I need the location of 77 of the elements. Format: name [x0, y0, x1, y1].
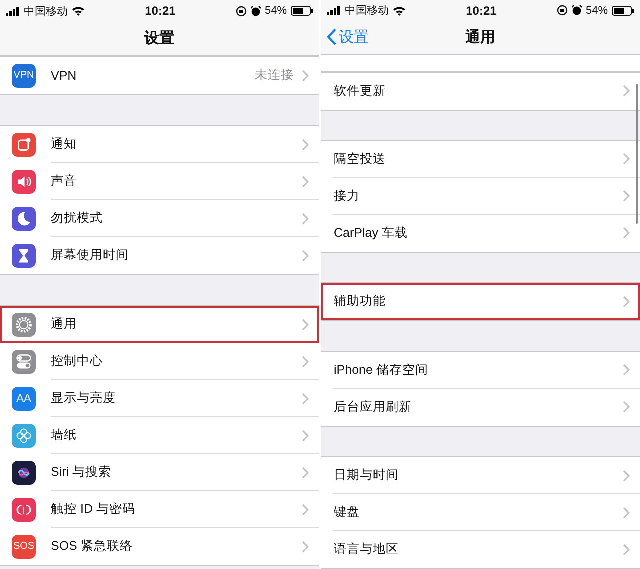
- settings-row[interactable]: 软件更新: [321, 72, 640, 110]
- chevron-icon: [623, 506, 630, 519]
- chevron-icon: [302, 212, 309, 224]
- carrier-text: 中国移动: [345, 4, 389, 18]
- settings-row[interactable]: 控制中心: [0, 343, 319, 380]
- chevron-icon: [623, 364, 630, 376]
- sos-icon: SOS: [12, 534, 36, 558]
- fingerprint-icon: [12, 498, 36, 522]
- text-size-icon: AA: [12, 386, 36, 410]
- battery-icon: [291, 6, 313, 16]
- chevron-icon: [623, 544, 630, 556]
- signal-icon: [327, 6, 341, 16]
- chevron-icon: [302, 392, 309, 404]
- carrier-text: 中国移动: [24, 4, 68, 18]
- settings-row[interactable]: 声音: [0, 163, 319, 200]
- settings-row[interactable]: 勿扰模式: [0, 200, 319, 237]
- settings-row[interactable]: 接力: [321, 178, 640, 215]
- settings-row[interactable]: 后台应用刷新: [321, 388, 640, 426]
- settings-row[interactable]: VPN VPN 未连接: [0, 57, 319, 94]
- settings-row[interactable]: 隔空投送: [321, 140, 640, 178]
- siri-icon: [12, 460, 36, 484]
- chevron-icon: [302, 250, 309, 262]
- settings-row[interactable]: 键盘: [321, 494, 640, 532]
- clock-text: 10:21: [144, 4, 177, 18]
- battery-percent: 54%: [586, 4, 608, 17]
- chevron-icon: [302, 540, 309, 552]
- back-button[interactable]: 设置: [327, 28, 369, 47]
- settings-row[interactable]: 通知: [0, 126, 319, 163]
- chevron-icon: [302, 430, 309, 442]
- chevron-icon: [302, 176, 309, 188]
- gear-icon: [12, 312, 36, 336]
- hourglass-icon: [12, 244, 36, 268]
- settings-row[interactable]: 辅助功能: [321, 283, 640, 320]
- chevron-icon: [302, 318, 309, 330]
- rotation-lock-icon: [236, 6, 247, 16]
- settings-row[interactable]: Siri 与搜索: [0, 454, 319, 491]
- settings-row[interactable]: CarPlay 车载: [321, 214, 640, 252]
- value-text: 未连接: [255, 67, 294, 84]
- chevron-icon: [302, 466, 309, 478]
- rotation-lock-icon: [556, 5, 568, 16]
- battery-percent: 54%: [264, 5, 287, 17]
- settings-row[interactable]: 屏幕使用时间: [0, 237, 319, 274]
- page-title: 通用: [466, 28, 496, 48]
- alarm-icon: [250, 6, 261, 16]
- signal-icon: [6, 6, 20, 16]
- flower-icon: [12, 424, 36, 448]
- chevron-icon: [623, 470, 630, 482]
- battery-icon: [612, 6, 634, 16]
- chevron-icon: [302, 70, 309, 82]
- notification-icon: [12, 132, 36, 156]
- wifi-icon: [393, 6, 406, 16]
- speaker-icon: [12, 170, 36, 194]
- moon-icon: [12, 206, 36, 230]
- settings-row[interactable]: 日期与时间: [321, 457, 640, 494]
- chevron-icon: [623, 227, 630, 240]
- chevron-icon: [623, 190, 630, 202]
- toggle-icon: [12, 350, 36, 374]
- chevron-icon: [623, 85, 630, 98]
- chevron-icon: [623, 153, 630, 166]
- clock-text: 10:21: [465, 4, 498, 18]
- back-chevron-icon: [327, 28, 337, 46]
- alarm-icon: [572, 5, 582, 16]
- settings-row[interactable]: iPhone 储存空间: [321, 352, 640, 389]
- settings-row[interactable]: 墙纸: [0, 417, 319, 454]
- settings-row[interactable]: AA 显示与亮度: [0, 380, 319, 417]
- chevron-icon: [302, 356, 309, 368]
- settings-row[interactable]: 触控 ID 与密码: [0, 491, 319, 528]
- chevron-icon: [302, 138, 309, 150]
- chevron-icon: [623, 401, 630, 414]
- vpn-icon: VPN: [12, 64, 36, 88]
- chevron-icon: [302, 504, 309, 516]
- settings-row[interactable]: 通用: [0, 306, 319, 343]
- chevron-icon: [623, 296, 630, 308]
- wifi-icon: [72, 6, 85, 16]
- page-title: 设置: [144, 29, 174, 48]
- settings-row[interactable]: SOS SOS 紧急联络: [0, 528, 319, 565]
- settings-row[interactable]: 语言与地区: [321, 531, 640, 568]
